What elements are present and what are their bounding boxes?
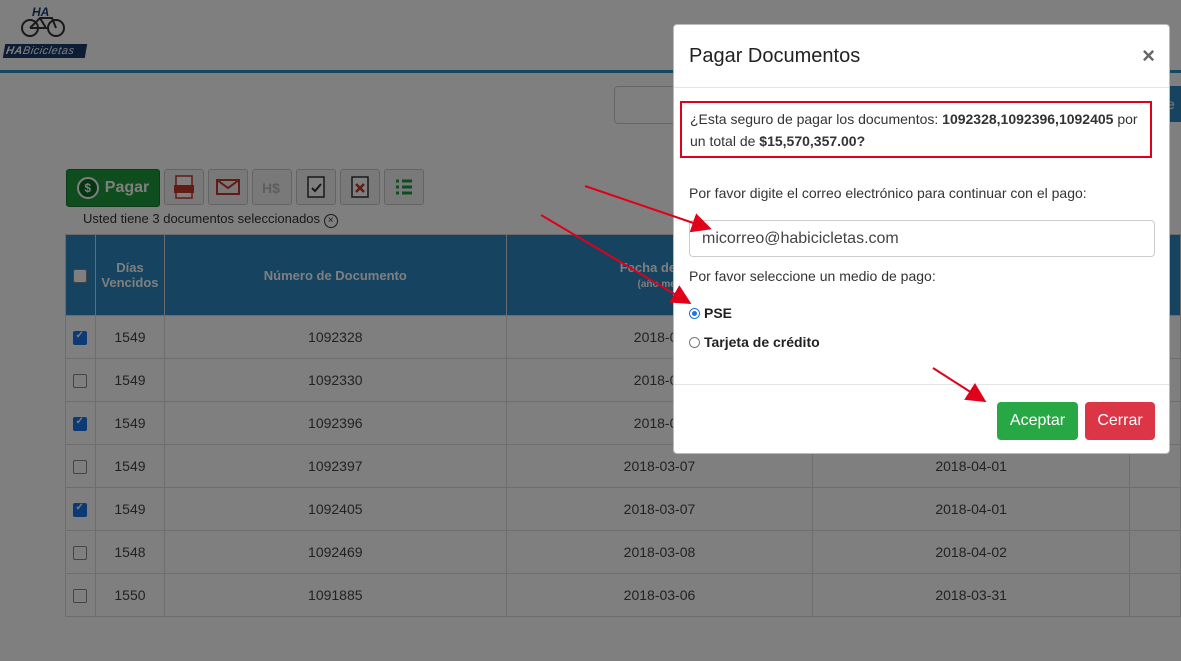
close-icon[interactable]: ×: [1142, 43, 1155, 69]
modal-footer: Aceptar Cerrar: [674, 384, 1169, 455]
close-button[interactable]: Cerrar: [1085, 402, 1155, 440]
modal-title: Pagar Documentos: [689, 45, 861, 67]
confirmation-message: ¿Esta seguro de pagar los documentos: 10…: [680, 101, 1152, 158]
pay-documents-modal: Pagar Documentos × ¿Esta seguro de pagar…: [673, 24, 1170, 454]
payment-method-label: Por favor seleccione un medio de pago:: [689, 268, 936, 284]
payment-option-tarjeta[interactable]: Tarjeta de crédito: [689, 334, 820, 350]
selected-doc-numbers: 1092328,1092396,1092405: [942, 111, 1114, 127]
pse-radio[interactable]: [689, 307, 700, 319]
modal-header: Pagar Documentos ×: [674, 25, 1169, 88]
accept-button[interactable]: Aceptar: [997, 402, 1078, 440]
payment-option-pse[interactable]: PSE: [689, 305, 732, 321]
email-field[interactable]: [689, 220, 1155, 257]
tarjeta-radio[interactable]: [689, 336, 700, 348]
email-label: Por favor digite el correo electrónico p…: [689, 185, 1087, 201]
total-amount: $15,570,357.00?: [759, 133, 866, 149]
